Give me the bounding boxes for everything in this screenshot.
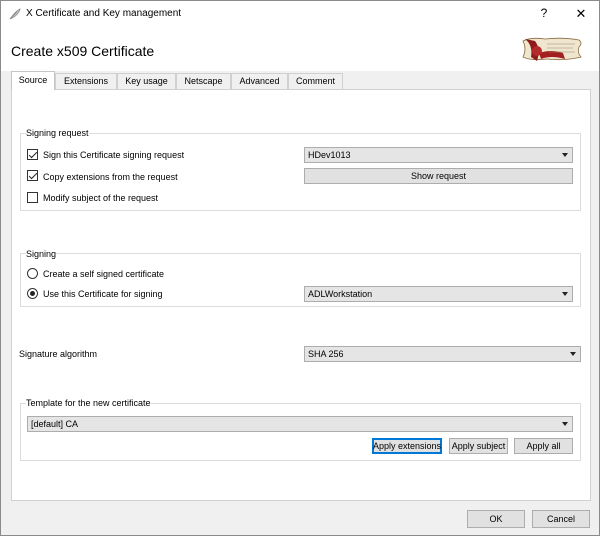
dialog-header: Create x509 Certificate xyxy=(1,27,599,71)
chevron-down-icon xyxy=(570,352,576,356)
copy-extensions-label: Copy extensions from the request xyxy=(43,172,178,182)
modify-subject-checkbox[interactable] xyxy=(27,192,38,203)
tab-comment[interactable]: Comment xyxy=(288,73,343,89)
use-cert-label: Use this Certificate for signing xyxy=(43,289,163,299)
signing-group-label: Signing xyxy=(26,249,57,259)
signing-cert-select-value: ADLWorkstation xyxy=(308,289,373,299)
tab-extensions[interactable]: Extensions xyxy=(55,73,117,89)
use-cert-radio[interactable] xyxy=(27,288,38,299)
template-group-label: Template for the new certificate xyxy=(26,398,151,408)
signature-algorithm-select[interactable]: SHA 256 xyxy=(304,346,581,362)
apply-all-button[interactable]: Apply all xyxy=(514,438,573,454)
tab-source[interactable]: Source xyxy=(11,71,55,90)
csr-select-value: HDev1013 xyxy=(308,150,351,160)
tab-advanced[interactable]: Advanced xyxy=(231,73,288,89)
source-tab-pane: Signing request Sign this Certificate si… xyxy=(11,89,591,501)
self-signed-radio[interactable] xyxy=(27,268,38,279)
window-title: X Certificate and Key management xyxy=(26,8,182,19)
certificate-scroll-logo-icon xyxy=(522,37,582,61)
modify-subject-label: Modify subject of the request xyxy=(43,193,159,203)
csr-select[interactable]: HDev1013 xyxy=(304,147,573,163)
signature-algorithm-label: Signature algorithm xyxy=(19,349,98,359)
chevron-down-icon xyxy=(562,422,568,426)
tab-key-usage[interactable]: Key usage xyxy=(117,73,176,89)
cancel-button[interactable]: Cancel xyxy=(532,510,590,528)
template-select[interactable]: [default] CA xyxy=(27,416,573,432)
self-signed-label: Create a self signed certificate xyxy=(43,269,165,279)
signature-algorithm-value: SHA 256 xyxy=(308,349,344,359)
signing-request-group-label: Signing request xyxy=(26,128,89,138)
close-button[interactable]: ✕ xyxy=(564,1,598,27)
sign-csr-label: Sign this Certificate signing request xyxy=(43,150,185,160)
show-request-button[interactable]: Show request xyxy=(304,168,573,184)
apply-subject-button[interactable]: Apply subject xyxy=(449,438,508,454)
dialog-window: X Certificate and Key management ? ✕ Cre… xyxy=(0,0,600,536)
chevron-down-icon xyxy=(562,292,568,296)
dialog-title: Create x509 Certificate xyxy=(11,43,155,59)
apply-extensions-button[interactable]: Apply extensions xyxy=(372,438,442,454)
signing-cert-select[interactable]: ADLWorkstation xyxy=(304,286,573,302)
chevron-down-icon xyxy=(562,153,568,157)
template-select-value: [default] CA xyxy=(31,419,79,429)
tab-netscape[interactable]: Netscape xyxy=(176,73,231,89)
sign-csr-checkbox[interactable] xyxy=(27,149,38,160)
ok-button[interactable]: OK xyxy=(467,510,525,528)
copy-extensions-checkbox[interactable] xyxy=(27,170,38,181)
app-feather-icon xyxy=(9,8,21,20)
title-bar: X Certificate and Key management ? ✕ xyxy=(1,1,599,27)
help-button[interactable]: ? xyxy=(527,1,561,27)
